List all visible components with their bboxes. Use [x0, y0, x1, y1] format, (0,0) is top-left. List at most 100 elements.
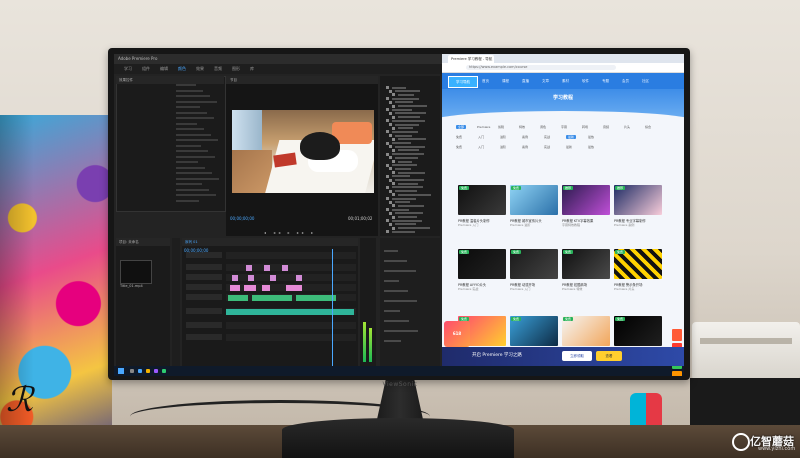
site-nav-item[interactable]: 软件 — [582, 79, 589, 84]
filter-chip[interactable]: 综合 — [645, 125, 651, 129]
effect-controls-tab[interactable]: 效果控件 — [116, 76, 224, 84]
timeline-clip[interactable] — [270, 274, 276, 281]
track-header[interactable] — [186, 274, 222, 280]
track-header[interactable] — [186, 284, 222, 290]
filter-chip[interactable]: 实战 — [544, 135, 550, 139]
effect-folder-row[interactable] — [386, 97, 436, 101]
course-thumbnail[interactable]: 免费 — [614, 249, 662, 279]
search-icon[interactable] — [130, 369, 134, 373]
premiere-icon[interactable] — [154, 369, 158, 373]
effect-folder-row[interactable] — [392, 160, 442, 163]
effect-folder-row[interactable] — [386, 119, 436, 123]
effect-folder-row[interactable] — [386, 174, 436, 178]
effect-folder-row[interactable] — [386, 130, 436, 134]
effect-folder-row[interactable] — [386, 230, 436, 234]
effect-folder-row[interactable] — [389, 222, 439, 226]
filter-chip[interactable]: 调色 — [540, 125, 546, 129]
filter-chip[interactable]: 最新 — [566, 145, 572, 149]
effect-folder-row[interactable] — [392, 104, 442, 108]
timeline-track[interactable] — [226, 252, 356, 259]
effect-folder-row[interactable] — [386, 163, 436, 167]
workspace-menu-item[interactable]: 库 — [250, 64, 254, 74]
course-thumbnail[interactable]: 免费 — [510, 185, 558, 215]
effect-folder-row[interactable] — [386, 197, 436, 200]
effect-folder-row[interactable] — [392, 171, 442, 175]
effect-folder-row[interactable] — [389, 167, 439, 171]
filter-chip[interactable]: 进阶 — [500, 145, 506, 149]
course-thumbnail[interactable]: 免费 — [458, 249, 506, 279]
course-thumbnail[interactable]: 免费 — [562, 316, 610, 346]
effect-folder-row[interactable] — [389, 111, 439, 115]
course-thumbnail[interactable]: 推荐 — [562, 185, 610, 215]
effect-folder-row[interactable] — [392, 115, 442, 119]
filter-chip[interactable]: 免费 — [456, 135, 462, 139]
track-header[interactable] — [186, 334, 222, 340]
course-card[interactable]: 免费 PR教程 警示条开场 Premiere 片头 — [614, 249, 662, 295]
course-card[interactable]: 免费 PR教程 温馨片头制作 Premiere 入门 — [458, 185, 506, 231]
course-card[interactable]: 免费 PR教程 炫酷转场 Premiere 特效 — [562, 249, 610, 295]
course-thumbnail[interactable]: 免费 — [458, 185, 506, 215]
timeline-clip[interactable] — [244, 284, 256, 291]
timeline-clip[interactable] — [282, 264, 288, 271]
project-clip-thumbnail[interactable] — [120, 260, 152, 284]
course-thumbnail[interactable]: 免费 — [510, 249, 558, 279]
effect-folder-row[interactable] — [389, 211, 439, 215]
effect-folder-row[interactable] — [392, 137, 442, 141]
timeline-track[interactable] — [226, 274, 356, 281]
timeline-clip[interactable] — [296, 294, 336, 301]
effect-folder-row[interactable] — [386, 141, 436, 145]
filter-chip[interactable]: 全部 — [456, 125, 467, 129]
effect-folder-row[interactable] — [392, 148, 442, 152]
app-icon[interactable] — [162, 369, 166, 373]
effect-folder-row[interactable] — [392, 182, 442, 186]
filter-chip[interactable]: 入门 — [478, 135, 484, 139]
course-card[interactable]: 免费 PR教程 动感开场 Premiere 入门 — [510, 249, 558, 295]
course-thumbnail[interactable]: 免费 — [614, 316, 662, 346]
filter-chip[interactable]: 进阶 — [500, 135, 506, 139]
banner-view-button[interactable]: 查看 — [596, 351, 622, 361]
timeline-clip[interactable] — [296, 274, 302, 281]
filter-chip[interactable]: 最热 — [588, 135, 594, 139]
track-header[interactable] — [186, 264, 222, 270]
timeline-clip[interactable] — [226, 308, 354, 315]
effect-folder-row[interactable] — [389, 145, 439, 149]
track-header[interactable] — [186, 308, 222, 314]
course-card[interactable]: 推荐 PR教程 KTV字幕效果 字幕特效教程 — [562, 185, 610, 231]
filter-chip[interactable]: 转场 — [582, 125, 588, 129]
course-card[interactable]: 免费 PR教程 城市宣传片头 Premiere 进阶 — [510, 185, 558, 231]
effect-folder-row[interactable] — [389, 178, 439, 182]
timeline-track[interactable] — [226, 264, 356, 271]
course-thumbnail[interactable]: 免费 — [562, 249, 610, 279]
timeline-clip[interactable] — [264, 264, 270, 271]
course-card[interactable]: 免费 PR教程 AIYYO片头 Premiere 实战 — [458, 249, 506, 295]
effect-folder-row[interactable] — [389, 89, 439, 93]
site-nav-item[interactable]: 文章 — [542, 79, 549, 84]
effect-folder-row[interactable] — [389, 200, 439, 204]
course-thumbnail[interactable]: 免费 — [510, 316, 558, 346]
effect-folder-row[interactable] — [389, 134, 439, 138]
timeline-clip[interactable] — [228, 294, 248, 301]
filter-chip[interactable]: 最热 — [588, 145, 594, 149]
project-panel-tab[interactable]: 项目: 未命名 — [116, 238, 170, 246]
effect-folder-row[interactable] — [392, 93, 442, 97]
filter-chip[interactable]: 最新 — [566, 135, 577, 139]
filter-chip[interactable]: 音频 — [603, 125, 609, 129]
track-header[interactable] — [186, 294, 222, 300]
site-nav-item[interactable]: 社区 — [642, 79, 649, 84]
effect-folder-row[interactable] — [392, 193, 442, 197]
transport-controls[interactable]: ◂ ◂◂ ▸ ▸▸ ▸ — [264, 230, 344, 236]
site-nav-item[interactable]: 素材 — [562, 79, 569, 84]
timeline-clip[interactable] — [252, 294, 292, 301]
effect-folder-row[interactable] — [386, 108, 436, 112]
filter-chip[interactable]: 案例 — [522, 145, 528, 149]
url-input[interactable]: https://www.example.com/course — [466, 65, 616, 70]
workspace-menu-item[interactable]: 图形 — [232, 64, 240, 74]
site-nav-item[interactable]: 专题 — [602, 79, 609, 84]
effect-folder-row[interactable] — [392, 226, 442, 230]
effect-folder-row[interactable] — [386, 208, 436, 212]
site-nav-item[interactable]: 课程 — [502, 79, 509, 84]
timeline-tab[interactable]: 序列 01 — [182, 238, 358, 246]
timeline-track[interactable] — [226, 308, 356, 315]
effect-folder-row[interactable] — [389, 100, 439, 104]
workspace-menu-item[interactable]: 音频 — [214, 64, 222, 74]
